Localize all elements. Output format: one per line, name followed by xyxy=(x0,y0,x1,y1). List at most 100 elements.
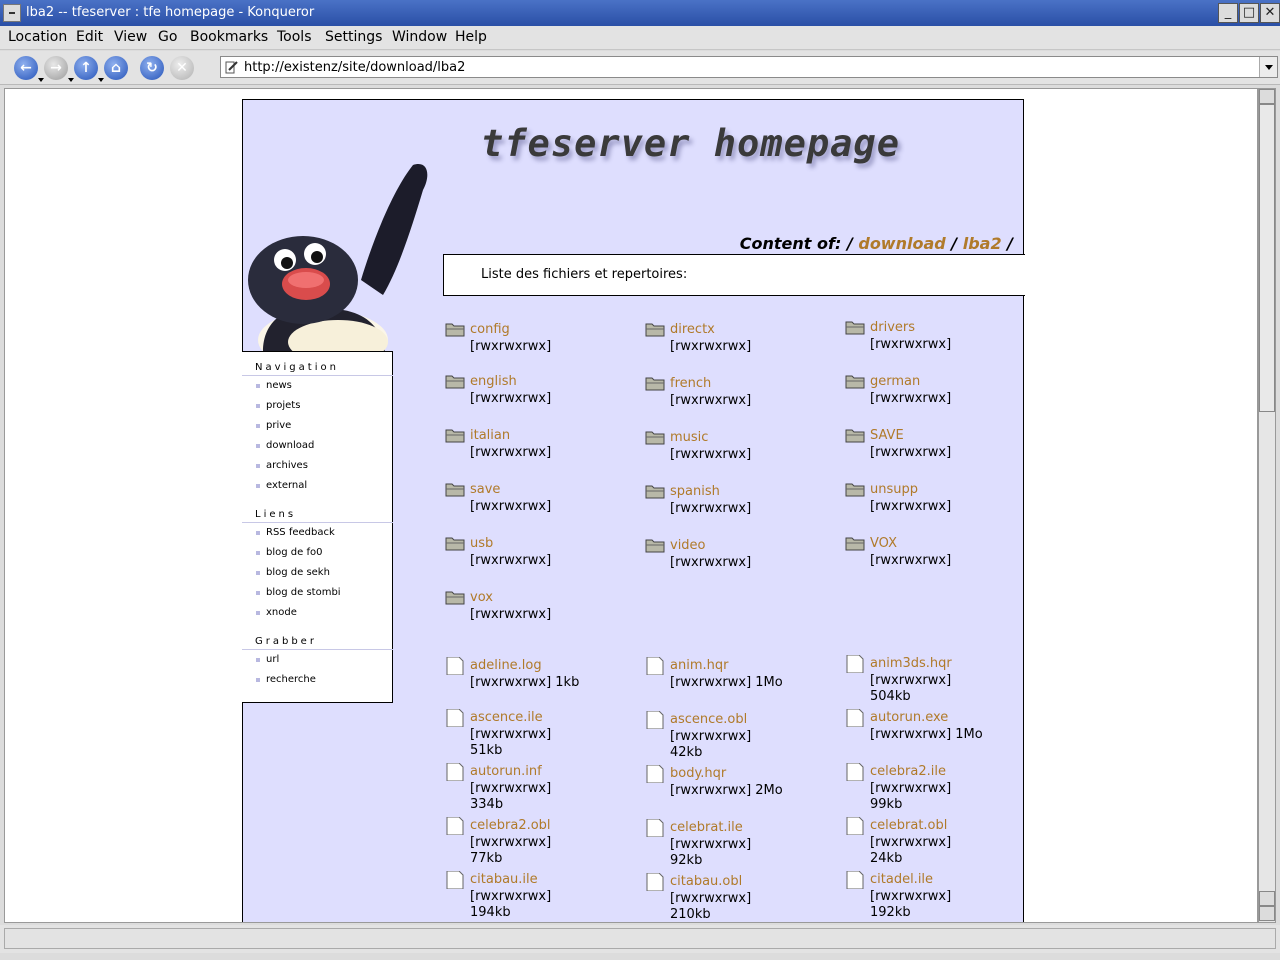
file-icon xyxy=(446,657,464,675)
menu-bookmarks[interactable]: Bookmarks xyxy=(190,29,268,45)
scroll-up-arrow-icon[interactable] xyxy=(1259,891,1275,906)
reload-icon: ↻ xyxy=(146,60,158,76)
directory-link[interactable]: VOX xyxy=(870,536,897,551)
folder-icon xyxy=(845,321,865,335)
file-link[interactable]: anim3ds.hqr xyxy=(870,656,952,671)
reload-button[interactable]: ↻ xyxy=(140,56,164,80)
breadcrumb-download[interactable]: download xyxy=(858,234,945,253)
maximize-button[interactable]: □ xyxy=(1239,3,1259,23)
file-icon xyxy=(846,763,864,781)
directory-link[interactable]: video xyxy=(670,538,706,553)
back-button[interactable]: ← xyxy=(14,56,44,82)
directory-link[interactable]: config xyxy=(470,322,510,337)
menu-view[interactable]: View xyxy=(114,29,147,45)
url-history-dropdown[interactable] xyxy=(1259,57,1277,77)
file-link[interactable]: body.hqr xyxy=(670,766,726,781)
sidebar-item-recherche[interactable]: recherche xyxy=(256,674,316,685)
sidebar-item-external[interactable]: external xyxy=(255,480,307,491)
directory-link[interactable]: vox xyxy=(470,590,493,605)
file-permissions: [rwxrwxrwx] xyxy=(870,781,952,796)
file-link[interactable]: citadel.ile xyxy=(870,872,933,887)
file-icon xyxy=(846,871,864,889)
directory-link[interactable]: french xyxy=(670,376,711,391)
file-size: 42kb xyxy=(670,745,703,760)
menu-settings[interactable]: Settings xyxy=(325,29,382,45)
window-titlebar: lba2 -- tfeserver : tfe homepage - Konqu… xyxy=(0,0,1280,26)
scroll-down-arrow-icon[interactable] xyxy=(1259,906,1275,921)
file-link[interactable]: celebra2.obl xyxy=(470,818,551,833)
directory-link[interactable]: spanish xyxy=(670,484,720,499)
vertical-scrollbar[interactable] xyxy=(1258,88,1276,923)
breadcrumb-separator: / xyxy=(846,234,853,253)
window-menu-button[interactable] xyxy=(3,4,21,22)
file-link[interactable]: citabau.ile xyxy=(470,872,538,887)
directory-link[interactable]: directx xyxy=(670,322,715,337)
home-button[interactable]: ⌂ xyxy=(104,56,128,80)
sidebar-item-blog-stombi[interactable]: blog de stombi xyxy=(256,587,341,598)
scrollbar-thumb[interactable] xyxy=(1259,104,1275,412)
sidebar-item-url[interactable]: url xyxy=(255,654,279,665)
directory-link[interactable]: english xyxy=(470,374,517,389)
sidebar-item-rss-feedback[interactable]: RSS feedback xyxy=(256,527,335,538)
file-link[interactable]: celebrat.ile xyxy=(670,820,743,835)
arrow-right-icon: → xyxy=(50,60,62,76)
breadcrumb-lba2[interactable]: lba2 xyxy=(963,234,1002,253)
stop-button[interactable]: ✕ xyxy=(170,56,194,80)
url-text[interactable]: http://existenz/site/download/lba2 xyxy=(244,60,465,75)
directory-link[interactable]: SAVE xyxy=(870,428,904,443)
folder-icon xyxy=(445,483,465,497)
file-icon xyxy=(446,763,464,781)
sidebar-item-archives[interactable]: archives xyxy=(256,460,308,471)
file-link[interactable]: celebra2.ile xyxy=(870,764,946,779)
directory-link[interactable]: german xyxy=(870,374,920,389)
file-link[interactable]: autorun.inf xyxy=(470,764,542,779)
breadcrumb-separator: / xyxy=(1007,234,1013,253)
breadcrumb-label: Content of: xyxy=(739,234,842,253)
file-permissions: [rwxrwxrwx] xyxy=(670,729,752,744)
menu-go[interactable]: Go xyxy=(158,29,177,45)
menu-location[interactable]: Location xyxy=(8,29,67,45)
close-button[interactable]: ✕ xyxy=(1260,3,1280,23)
directory-link[interactable]: unsupp xyxy=(870,482,918,497)
page-favicon-icon xyxy=(225,61,238,74)
file-link[interactable]: adeline.log xyxy=(470,658,542,673)
file-size: 210kb xyxy=(670,907,711,922)
menu-edit[interactable]: Edit xyxy=(76,29,103,45)
menu-bar: Location Edit View Go Bookmarks Tools Se… xyxy=(0,26,1280,50)
file-link[interactable]: celebrat.obl xyxy=(870,818,947,833)
directory-link[interactable]: save xyxy=(470,482,500,497)
file-link[interactable]: autorun.exe xyxy=(870,710,948,725)
file-link[interactable]: ascence.ile xyxy=(470,710,543,725)
scroll-up-arrow-icon[interactable] xyxy=(1259,89,1275,104)
arrow-left-icon: ← xyxy=(20,60,32,76)
file-size: 51kb xyxy=(470,743,503,758)
folder-icon xyxy=(645,431,665,445)
page-viewport: tfeserver homepage Content of: / downloa… xyxy=(4,88,1258,923)
file-link[interactable]: ascence.obl xyxy=(670,712,747,727)
directory-link[interactable]: italian xyxy=(470,428,510,443)
breadcrumb-separator: / xyxy=(951,234,958,253)
up-button[interactable]: ↑ xyxy=(74,56,104,82)
directory-permissions: [rwxrwxrwx] xyxy=(870,391,952,406)
file-size: 194kb xyxy=(470,905,511,920)
directory-link[interactable]: usb xyxy=(470,536,493,551)
url-bar[interactable]: http://existenz/site/download/lba2 xyxy=(220,56,1278,78)
file-permissions: [rwxrwxrwx] xyxy=(470,727,552,742)
sidebar-item-news[interactable]: news xyxy=(256,380,292,391)
sidebar-item-blog-sekh[interactable]: blog de sekh xyxy=(256,567,330,578)
menu-window[interactable]: Window xyxy=(392,29,447,45)
menu-tools[interactable]: Tools xyxy=(277,29,312,45)
directory-link[interactable]: music xyxy=(670,430,708,445)
file-size: 334b xyxy=(470,797,504,812)
sidebar-item-download[interactable]: download xyxy=(255,440,314,451)
sidebar-item-blog-fo0[interactable]: blog de fo0 xyxy=(255,547,322,558)
file-link[interactable]: citabau.obl xyxy=(670,874,742,889)
sidebar-item-prive[interactable]: prive xyxy=(255,420,291,431)
directory-link[interactable]: drivers xyxy=(870,320,915,335)
sidebar-item-xnode[interactable]: xnode xyxy=(256,607,297,618)
forward-button[interactable]: → xyxy=(44,56,74,82)
file-link[interactable]: anim.hqr xyxy=(670,658,728,673)
sidebar-item-projets[interactable]: projets xyxy=(255,400,300,411)
minimize-button[interactable]: _ xyxy=(1218,3,1238,23)
menu-help[interactable]: Help xyxy=(455,29,487,45)
